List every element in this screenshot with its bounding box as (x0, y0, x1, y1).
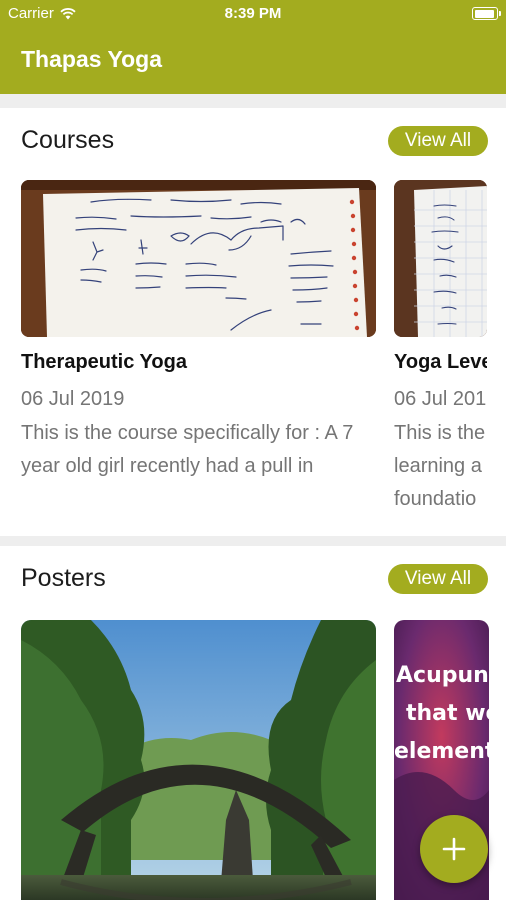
course-thumbnail (21, 180, 376, 337)
courses-section: Courses View All Therapeutic Yoga 06 Jul… (0, 108, 506, 536)
course-card[interactable]: Therapeutic Yoga 06 Jul 2019 This is the… (21, 180, 376, 483)
course-title: Therapeutic Yoga (21, 351, 187, 373)
add-button[interactable] (420, 815, 488, 883)
course-thumbnail (394, 180, 487, 337)
plus-icon (442, 837, 466, 861)
course-date: 06 Jul 2019 (21, 388, 125, 410)
course-title: Yoga Leve (394, 351, 487, 373)
svg-text:Acupunc: Acupunc (396, 663, 489, 688)
course-date: 06 Jul 201 (394, 388, 487, 410)
app-title: Thapas Yoga (21, 46, 163, 72)
status-time: 8:39 PM (224, 5, 282, 22)
courses-heading: Courses (21, 126, 115, 154)
poster-image (21, 620, 376, 900)
course-description: This is the learning a foundatio (394, 422, 486, 510)
svg-text:elements: elements (394, 739, 489, 764)
app-header: Carrier 8:39 PM Thapas Yoga (0, 0, 506, 94)
status-bar: Carrier 8:39 PM (0, 0, 506, 28)
courses-view-all-button[interactable]: View All (388, 126, 488, 156)
posters-heading: Posters (21, 564, 106, 592)
battery-icon (472, 7, 501, 20)
svg-text:that wo: that wo (406, 701, 489, 726)
course-description: This is the course specifically for : A … (21, 422, 354, 477)
course-card[interactable]: Yoga Leve 06 Jul 201 This is the learnin… (394, 180, 487, 516)
poster-card[interactable] (21, 620, 376, 900)
posters-view-all-button[interactable]: View All (388, 564, 488, 594)
